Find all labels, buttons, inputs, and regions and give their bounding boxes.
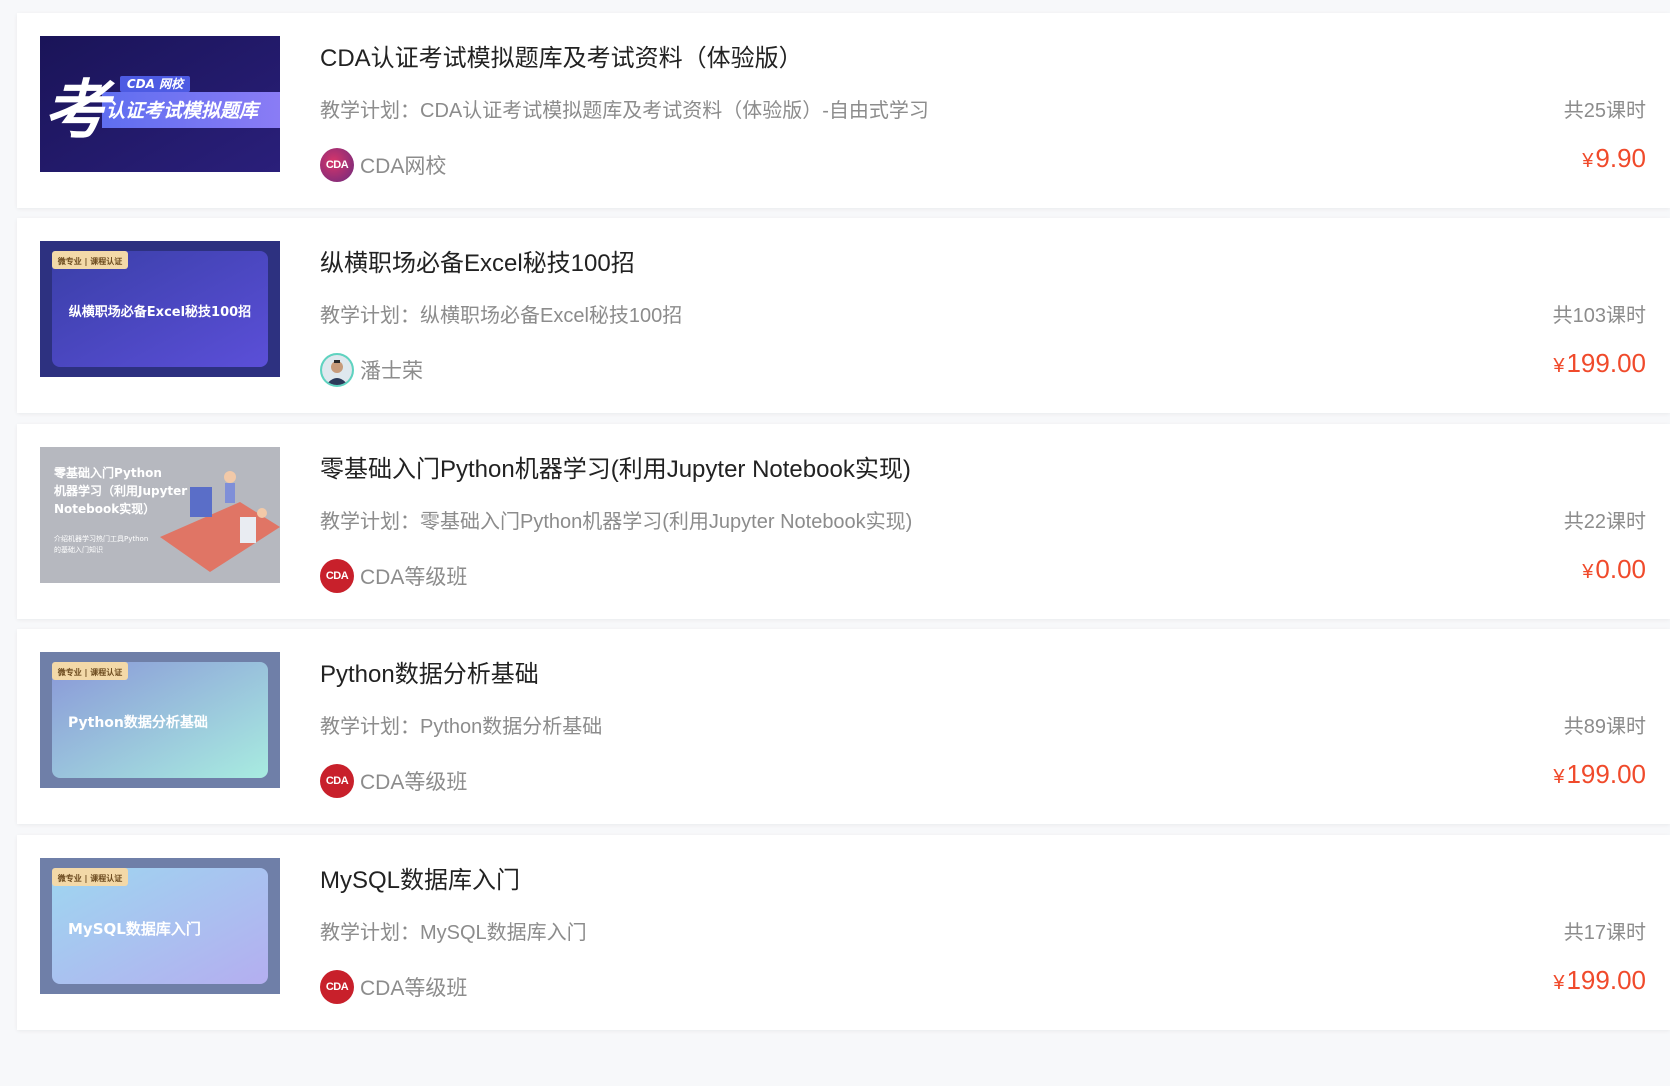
teacher[interactable]: CDA CDA等级班 bbox=[320, 763, 467, 799]
teacher-name: CDA等级班 bbox=[360, 566, 468, 589]
teacher-name: CDA网校 bbox=[360, 155, 447, 178]
teacher-name: CDA等级班 bbox=[360, 771, 468, 794]
teacher-avatar: CDA bbox=[320, 970, 354, 1004]
teacher-avatar: CDA bbox=[320, 764, 354, 798]
course-price: ¥ 9.90 bbox=[1582, 143, 1646, 174]
lesson-count: 共17课时 bbox=[1563, 922, 1646, 944]
teacher[interactable]: CDA CDA等级班 bbox=[320, 969, 467, 1005]
course-title[interactable]: CDA认证考试模拟题库及考试资料（体验版） bbox=[320, 38, 803, 73]
course-thumbnail[interactable]: 零基础入门Python 机器学习（利用Jupyter Notebook实现） 介… bbox=[40, 447, 280, 583]
course-price: ¥ 199.00 bbox=[1553, 965, 1646, 996]
course-price: ¥ 0.00 bbox=[1582, 554, 1646, 585]
thumb-sub2: 的基础入门知识 bbox=[54, 545, 103, 554]
avatar-logo-text: CDA bbox=[325, 981, 349, 993]
course-title[interactable]: 零基础入门Python机器学习(利用Jupyter Notebook实现) bbox=[320, 449, 911, 484]
avatar-logo-text: CDA bbox=[325, 775, 349, 787]
course-title[interactable]: MySQL数据库入门 bbox=[320, 860, 520, 895]
course-price: ¥ 199.00 bbox=[1553, 348, 1646, 379]
course-thumbnail[interactable]: 微专业 | 课程认证 MySQL数据库入门 bbox=[40, 858, 280, 994]
thumb-badge: 微专业 | 课程认证 bbox=[57, 667, 123, 677]
price-value: 199.00 bbox=[1566, 759, 1646, 789]
thumb-text: 纵横职场必备Excel秘技100招 bbox=[69, 304, 251, 320]
course-thumbnail[interactable]: CDA 网校 考 认证考试模拟题库 bbox=[40, 36, 280, 172]
course-title[interactable]: 纵横职场必备Excel秘技100招 bbox=[320, 243, 635, 278]
price-value: 0.00 bbox=[1595, 554, 1646, 584]
thumb-sub1: 介绍机器学习热门工具Python bbox=[54, 534, 148, 543]
teacher-name: 潘士荣 bbox=[360, 360, 423, 383]
thumb-badge: CDA 网校 bbox=[127, 77, 185, 91]
course-plan: 教学计划：CDA认证考试模拟题库及考试资料（体验版）-自由式学习 bbox=[320, 100, 929, 122]
thumb-text: MySQL数据库入门 bbox=[68, 920, 201, 938]
course-thumbnail[interactable]: 微专业 | 课程认证 纵横职场必备Excel秘技100招 bbox=[40, 241, 280, 377]
lesson-count: 共103课时 bbox=[1552, 305, 1646, 327]
course-cover-image: 零基础入门Python 机器学习（利用Jupyter Notebook实现） 介… bbox=[40, 447, 280, 583]
course-plan: 教学计划：零基础入门Python机器学习(利用Jupyter Notebook实… bbox=[320, 511, 913, 533]
price-value: 9.90 bbox=[1595, 143, 1646, 173]
currency-symbol: ¥ bbox=[1553, 972, 1565, 994]
teacher-avatar: CDA bbox=[320, 559, 354, 593]
course-plan: 教学计划：MySQL数据库入门 bbox=[320, 922, 587, 944]
teacher[interactable]: 潘士荣 bbox=[320, 352, 423, 388]
course-card[interactable]: CDA 网校 考 认证考试模拟题库 CDA认证考试模拟题库及考试资料（体验版） … bbox=[17, 13, 1670, 208]
course-card[interactable]: 微专业 | 课程认证 Python数据分析基础 Python数据分析基础 教学计… bbox=[17, 629, 1670, 824]
course-cover-image: CDA 网校 考 认证考试模拟题库 bbox=[40, 36, 280, 172]
price-value: 199.00 bbox=[1566, 348, 1646, 378]
course-cover-image: 微专业 | 课程认证 MySQL数据库入门 bbox=[40, 858, 280, 994]
thumb-line3: Notebook实现） bbox=[54, 501, 155, 516]
lesson-count: 共22课时 bbox=[1563, 511, 1646, 533]
teacher[interactable]: CDA CDA网校 bbox=[320, 147, 446, 183]
course-card[interactable]: 微专业 | 课程认证 MySQL数据库入门 MySQL数据库入门 教学计划：My… bbox=[17, 835, 1670, 1030]
person-photo-icon bbox=[322, 355, 352, 385]
course-price: ¥ 199.00 bbox=[1553, 759, 1646, 790]
thumb-badge: 微专业 | 课程认证 bbox=[57, 873, 123, 883]
course-thumbnail[interactable]: 微专业 | 课程认证 Python数据分析基础 bbox=[40, 652, 280, 788]
course-card[interactable]: 零基础入门Python 机器学习（利用Jupyter Notebook实现） 介… bbox=[17, 424, 1670, 619]
thumb-text: 认证考试模拟题库 bbox=[106, 100, 262, 122]
lesson-count: 共89课时 bbox=[1563, 716, 1646, 738]
thumb-line2: 机器学习（利用Jupyter bbox=[54, 483, 187, 498]
course-plan: 教学计划：Python数据分析基础 bbox=[320, 716, 603, 738]
course-card[interactable]: 微专业 | 课程认证 纵横职场必备Excel秘技100招 纵横职场必备Excel… bbox=[17, 218, 1670, 413]
course-title[interactable]: Python数据分析基础 bbox=[320, 654, 539, 689]
currency-symbol: ¥ bbox=[1582, 561, 1594, 583]
thumb-line1: 零基础入门Python bbox=[53, 465, 162, 480]
teacher-avatar bbox=[320, 353, 354, 387]
teacher-avatar: CDA bbox=[320, 148, 354, 182]
thumb-big-char: 考 bbox=[44, 74, 115, 148]
teacher-name: CDA等级班 bbox=[360, 977, 468, 1000]
course-plan: 教学计划：纵横职场必备Excel秘技100招 bbox=[320, 305, 683, 327]
avatar-logo-text: CDA bbox=[325, 159, 349, 171]
thumb-badge: 微专业 | 课程认证 bbox=[57, 256, 123, 266]
thumb-text: Python数据分析基础 bbox=[68, 714, 208, 731]
currency-symbol: ¥ bbox=[1582, 150, 1594, 172]
course-cover-image: 微专业 | 课程认证 纵横职场必备Excel秘技100招 bbox=[40, 241, 280, 377]
course-cover-image: 微专业 | 课程认证 Python数据分析基础 bbox=[40, 652, 280, 788]
lesson-count: 共25课时 bbox=[1563, 100, 1646, 122]
price-value: 199.00 bbox=[1566, 965, 1646, 995]
currency-symbol: ¥ bbox=[1553, 355, 1565, 377]
avatar-logo-text: CDA bbox=[325, 570, 349, 582]
teacher[interactable]: CDA CDA等级班 bbox=[320, 558, 467, 594]
currency-symbol: ¥ bbox=[1553, 766, 1565, 788]
